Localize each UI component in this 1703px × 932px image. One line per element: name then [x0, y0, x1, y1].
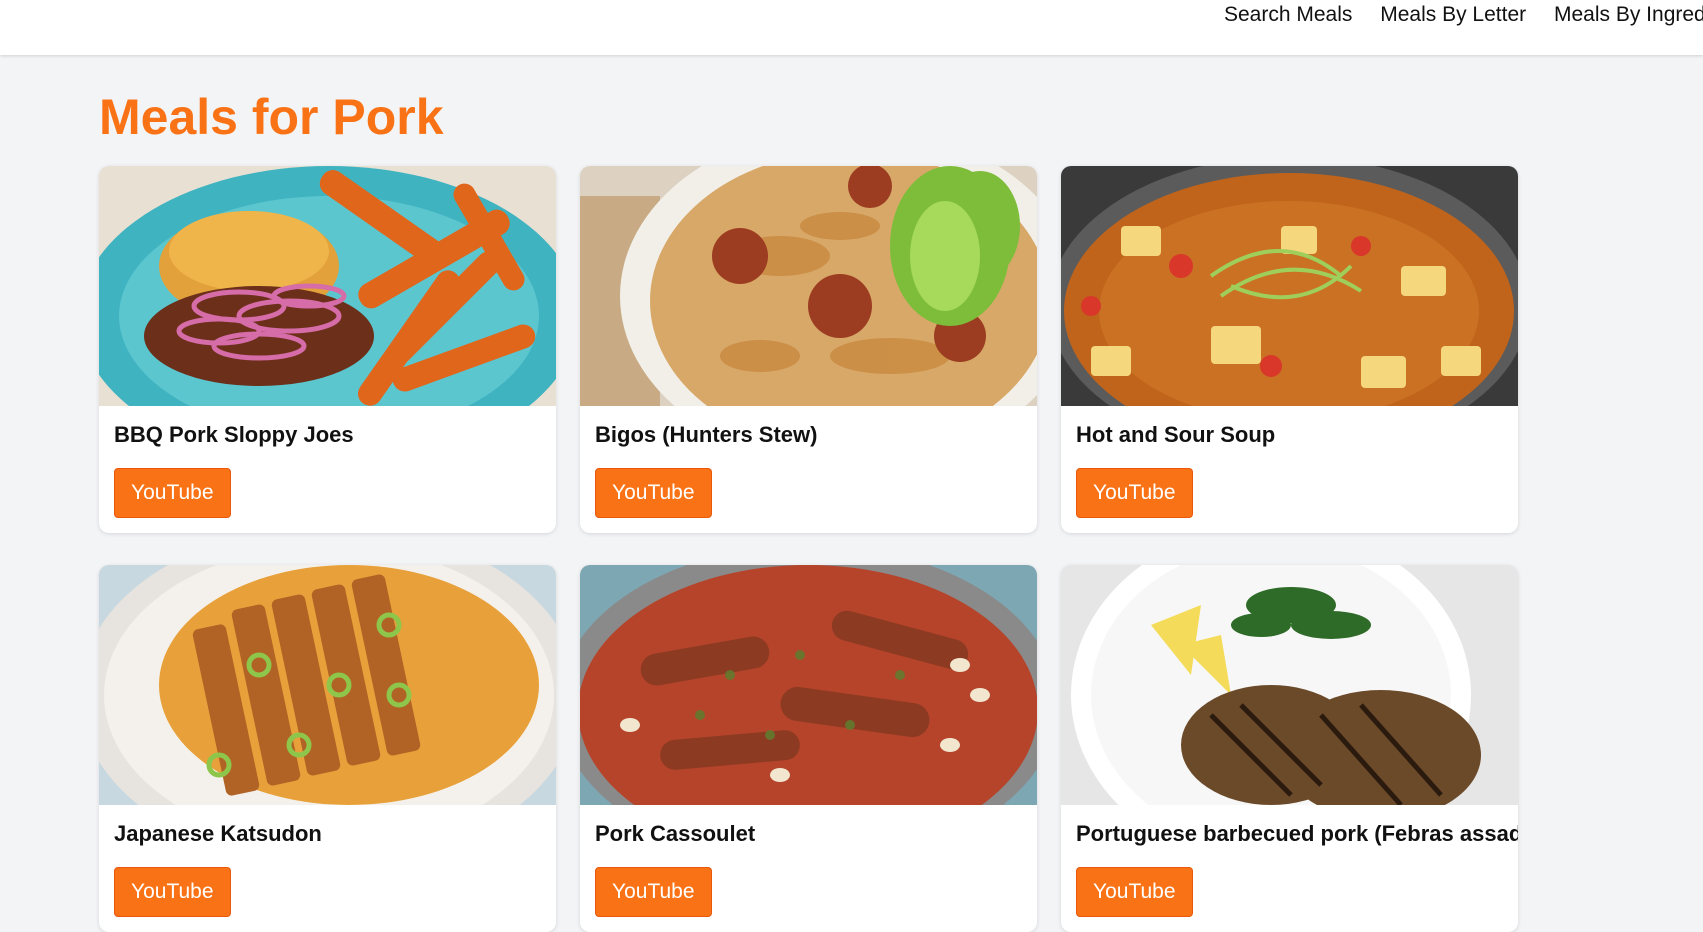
- bbq-sloppy-joe-photo: [99, 166, 556, 406]
- meal-image[interactable]: [1061, 166, 1518, 406]
- nav-search-meals[interactable]: Search Meals: [1224, 3, 1352, 27]
- meal-card[interactable]: Portuguese barbecued pork (Febras assada…: [1061, 565, 1518, 932]
- youtube-button[interactable]: YouTube: [595, 468, 712, 518]
- meal-name: Hot and Sour Soup: [1076, 422, 1276, 447]
- meal-card[interactable]: Pork Cassoulet YouTube: [580, 565, 1037, 932]
- meal-card[interactable]: Japanese Katsudon YouTube: [99, 565, 556, 932]
- page-title: Meals for Pork: [99, 89, 444, 145]
- pork-cassoulet-photo: [580, 565, 1037, 805]
- main-nav: Search Meals Meals By Letter Meals By In…: [1224, 3, 1703, 27]
- nav-meals-by-ingredients[interactable]: Meals By Ingredients: [1554, 3, 1703, 27]
- meal-image[interactable]: [99, 565, 556, 805]
- nav-meals-by-letter[interactable]: Meals By Letter: [1380, 3, 1526, 27]
- bigos-stew-photo: [580, 166, 1037, 406]
- meal-name: Pork Cassoulet: [595, 821, 756, 846]
- japanese-katsudon-photo: [99, 565, 556, 805]
- youtube-button[interactable]: YouTube: [114, 468, 231, 518]
- youtube-button[interactable]: YouTube: [595, 867, 712, 917]
- meal-name: BBQ Pork Sloppy Joes: [114, 422, 354, 447]
- meal-image[interactable]: [580, 166, 1037, 406]
- hot-and-sour-soup-photo: [1061, 166, 1518, 406]
- top-navbar: Search Meals Meals By Letter Meals By In…: [0, 0, 1703, 55]
- meal-image[interactable]: [1061, 565, 1518, 805]
- youtube-button[interactable]: YouTube: [1076, 867, 1193, 917]
- meal-card[interactable]: Bigos (Hunters Stew) YouTube: [580, 166, 1037, 533]
- meal-image[interactable]: [580, 565, 1037, 805]
- meal-name: Bigos (Hunters Stew): [595, 422, 818, 447]
- meal-card[interactable]: BBQ Pork Sloppy Joes YouTube: [99, 166, 556, 533]
- meal-name: Japanese Katsudon: [114, 821, 322, 846]
- meal-image[interactable]: [99, 166, 556, 406]
- meal-card[interactable]: Hot and Sour Soup YouTube: [1061, 166, 1518, 533]
- portuguese-barbecued-pork-photo: [1061, 565, 1518, 805]
- meal-name: Portuguese barbecued pork (Febras assada…: [1076, 821, 1518, 846]
- youtube-button[interactable]: YouTube: [114, 867, 231, 917]
- youtube-button[interactable]: YouTube: [1076, 468, 1193, 518]
